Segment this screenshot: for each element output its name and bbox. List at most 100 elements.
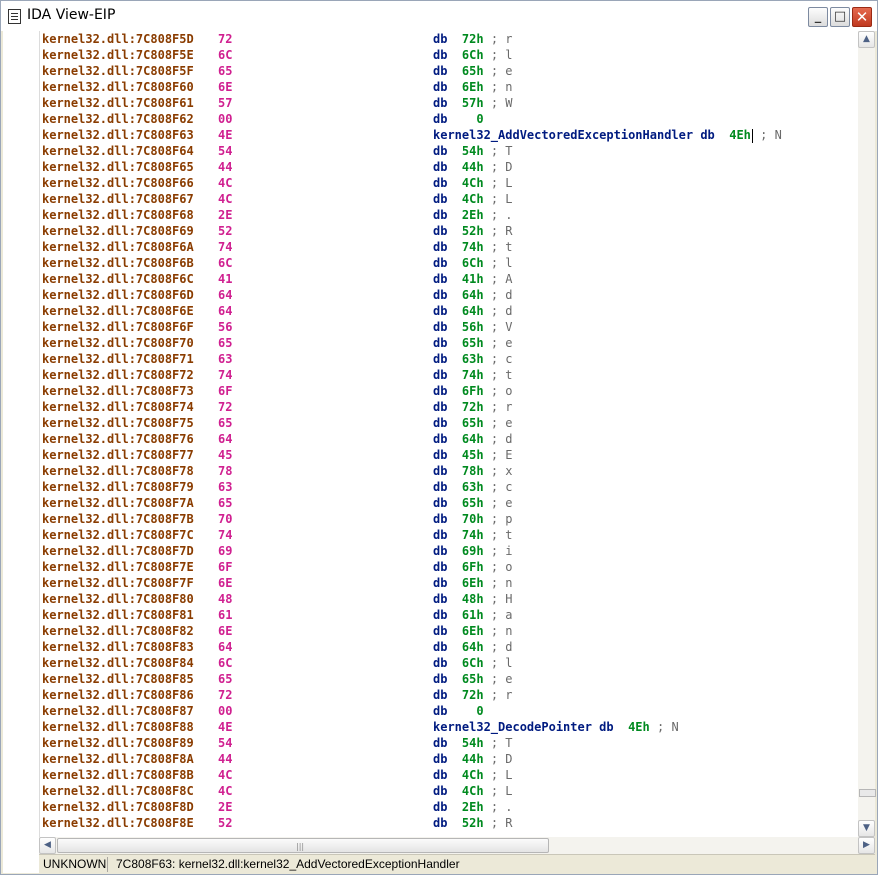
listing-line[interactable]: kernel32.dll:7C808F7A 65 db 65h ; e — [40, 495, 859, 511]
line-address: kernel32.dll:7C808F77 — [42, 448, 194, 462]
listing-line[interactable]: kernel32.dll:7C808F74 72 db 72h ; r — [40, 399, 859, 415]
listing-line[interactable]: kernel32.dll:7C808F8C 4C db 4Ch ; L — [40, 783, 859, 799]
line-byte: 2E — [218, 208, 233, 222]
maximize-button[interactable]: □ — [830, 7, 850, 27]
line-address: kernel32.dll:7C808F84 — [42, 656, 194, 670]
line-byte: 2E — [218, 800, 233, 814]
line-comment: ; n — [490, 80, 513, 94]
line-value: 2Eh — [461, 800, 484, 814]
listing-line[interactable]: kernel32.dll:7C808F7F 6E db 6Eh ; n — [40, 575, 859, 591]
listing-line[interactable]: kernel32.dll:7C808F77 45 db 45h ; E — [40, 447, 859, 463]
listing-line[interactable]: kernel32.dll:7C808F63 4E kernel32_AddVecto… — [40, 127, 859, 143]
horizontal-scroll-thumb[interactable]: ||| — [57, 838, 549, 853]
line-value: 64h — [461, 288, 484, 302]
vertical-scrollbar[interactable]: ▲ ▼ — [858, 31, 876, 837]
listing-line[interactable]: kernel32.dll:7C808F6B 6C db 6Ch ; l — [40, 255, 859, 271]
listing-line[interactable]: kernel32.dll:7C808F60 6E db 6Eh ; n — [40, 79, 859, 95]
listing-line[interactable]: kernel32.dll:7C808F88 4E kernel32_DecodePo… — [40, 719, 859, 735]
close-button[interactable]: ✕ — [852, 7, 872, 27]
listing-line[interactable]: kernel32.dll:7C808F5D 72 db 72h ; r — [40, 31, 859, 47]
listing-line[interactable]: kernel32.dll:7C808F7B 70 db 70h ; p — [40, 511, 859, 527]
listing-line[interactable]: kernel32.dll:7C808F71 63 db 63h ; c — [40, 351, 859, 367]
listing-line[interactable]: kernel32.dll:7C808F65 44 db 44h ; D — [40, 159, 859, 175]
listing-line[interactable]: kernel32.dll:7C808F8D 2E db 2Eh ; . — [40, 799, 859, 815]
document-icon — [8, 9, 21, 24]
listing-line[interactable]: kernel32.dll:7C808F6E 64 db 64h ; d — [40, 303, 859, 319]
listing-line[interactable]: kernel32.dll:7C808F6A 74 db 74h ; t — [40, 239, 859, 255]
minimize-button[interactable]: _ — [808, 7, 828, 27]
listing-line[interactable]: kernel32.dll:7C808F5F 65 db 65h ; e — [40, 63, 859, 79]
scroll-right-button[interactable]: ▶ — [858, 837, 875, 854]
listing-line[interactable]: kernel32.dll:7C808F78 78 db 78h ; x — [40, 463, 859, 479]
listing-line[interactable]: kernel32.dll:7C808F87 00 db 0 — [40, 703, 859, 719]
listing-line[interactable]: kernel32.dll:7C808F64 54 db 54h ; T — [40, 143, 859, 159]
line-comment: ; L — [490, 784, 513, 798]
line-directive: db — [433, 512, 448, 526]
listing-line[interactable]: kernel32.dll:7C808F68 2E db 2Eh ; . — [40, 207, 859, 223]
line-label[interactable]: kernel32_AddVectoredExceptionHandler — [433, 128, 700, 142]
listing-line[interactable]: kernel32.dll:7C808F6C 41 db 41h ; A — [40, 271, 859, 287]
listing-line[interactable]: kernel32.dll:7C808F85 65 db 65h ; e — [40, 671, 859, 687]
line-byte: 61 — [218, 608, 233, 622]
listing-line[interactable]: kernel32.dll:7C808F70 65 db 65h ; e — [40, 335, 859, 351]
line-value: 70h — [461, 512, 484, 526]
listing-line[interactable]: kernel32.dll:7C808F89 54 db 54h ; T — [40, 735, 859, 751]
listing-line[interactable]: kernel32.dll:7C808F76 64 db 64h ; d — [40, 431, 859, 447]
vertical-scroll-thumb[interactable] — [859, 789, 876, 797]
listing-line[interactable]: kernel32.dll:7C808F75 65 db 65h ; e — [40, 415, 859, 431]
line-comment: ; r — [490, 400, 513, 414]
listing-line[interactable]: kernel32.dll:7C808F8B 4C db 4Ch ; L — [40, 767, 859, 783]
listing-line[interactable]: kernel32.dll:7C808F82 6E db 6Eh ; n — [40, 623, 859, 639]
listing-line[interactable]: kernel32.dll:7C808F8A 44 db 44h ; D — [40, 751, 859, 767]
listing-line[interactable]: kernel32.dll:7C808F81 61 db 61h ; a — [40, 607, 859, 623]
line-instruction: db 65h ; e — [433, 495, 513, 511]
listing-line[interactable]: kernel32.dll:7C808F62 00 db 0 — [40, 111, 859, 127]
listing-line[interactable]: kernel32.dll:7C808F66 4C db 4Ch ; L — [40, 175, 859, 191]
line-byte: 65 — [218, 336, 233, 350]
listing-line[interactable]: kernel32.dll:7C808F61 57 db 57h ; W — [40, 95, 859, 111]
title-bar[interactable]: IDA View-EIP _ □ ✕ — [1, 1, 877, 31]
line-directive: db — [433, 784, 448, 798]
line-comment: ; D — [490, 752, 513, 766]
listing-line[interactable]: kernel32.dll:7C808F8E 52 db 52h ; R — [40, 815, 859, 831]
listing-line[interactable]: kernel32.dll:7C808F7C 74 db 74h ; t — [40, 527, 859, 543]
listing-line[interactable]: kernel32.dll:7C808F86 72 db 72h ; r — [40, 687, 859, 703]
listing-line[interactable]: kernel32.dll:7C808F7D 69 db 69h ; i — [40, 543, 859, 559]
line-directive: db — [433, 496, 448, 510]
listing-line[interactable]: kernel32.dll:7C808F83 64 db 64h ; d — [40, 639, 859, 655]
line-directive: db — [433, 288, 448, 302]
line-instruction: db 45h ; E — [433, 447, 513, 463]
line-directive: db — [433, 176, 448, 190]
line-byte: 72 — [218, 32, 233, 46]
listing-line[interactable]: kernel32.dll:7C808F79 63 db 63h ; c — [40, 479, 859, 495]
horizontal-scrollbar[interactable]: ◀ ||| ▶ — [39, 837, 875, 854]
listing-line[interactable]: kernel32.dll:7C808F67 4C db 4Ch ; L — [40, 191, 859, 207]
line-byte: 41 — [218, 272, 233, 286]
scroll-down-button[interactable]: ▼ — [858, 820, 875, 837]
line-instruction: db 6Ch ; l — [433, 47, 513, 63]
line-directive: db — [433, 336, 448, 350]
listing-line[interactable]: kernel32.dll:7C808F5E 6C db 6Ch ; l — [40, 47, 859, 63]
disassembly-listing[interactable]: kernel32.dll:7C808F5D 72 db 72h ; r kernel3… — [39, 31, 859, 837]
line-value: 44h — [461, 752, 484, 766]
line-address: kernel32.dll:7C808F6F — [42, 320, 194, 334]
listing-line[interactable]: kernel32.dll:7C808F7E 6F db 6Fh ; o — [40, 559, 859, 575]
line-instruction: db 54h ; T — [433, 735, 513, 751]
line-value: 69h — [461, 544, 484, 558]
line-label[interactable]: kernel32_DecodePointer — [433, 720, 599, 734]
listing-line[interactable]: kernel32.dll:7C808F84 6C db 6Ch ; l — [40, 655, 859, 671]
line-comment: ; t — [490, 368, 513, 382]
line-instruction: db 72h ; r — [433, 687, 513, 703]
line-address: kernel32.dll:7C808F69 — [42, 224, 194, 238]
scroll-up-button[interactable]: ▲ — [858, 31, 875, 48]
listing-line[interactable]: kernel32.dll:7C808F80 48 db 48h ; H — [40, 591, 859, 607]
listing-line[interactable]: kernel32.dll:7C808F72 74 db 74h ; t — [40, 367, 859, 383]
listing-line[interactable]: kernel32.dll:7C808F69 52 db 52h ; R — [40, 223, 859, 239]
listing-line[interactable]: kernel32.dll:7C808F6D 64 db 64h ; d — [40, 287, 859, 303]
line-byte: 57 — [218, 96, 233, 110]
line-directive: db — [433, 192, 448, 206]
listing-line[interactable]: kernel32.dll:7C808F73 6F db 6Fh ; o — [40, 383, 859, 399]
line-value: 0 — [461, 112, 484, 126]
scroll-left-button[interactable]: ◀ — [39, 837, 56, 854]
listing-line[interactable]: kernel32.dll:7C808F6F 56 db 56h ; V — [40, 319, 859, 335]
